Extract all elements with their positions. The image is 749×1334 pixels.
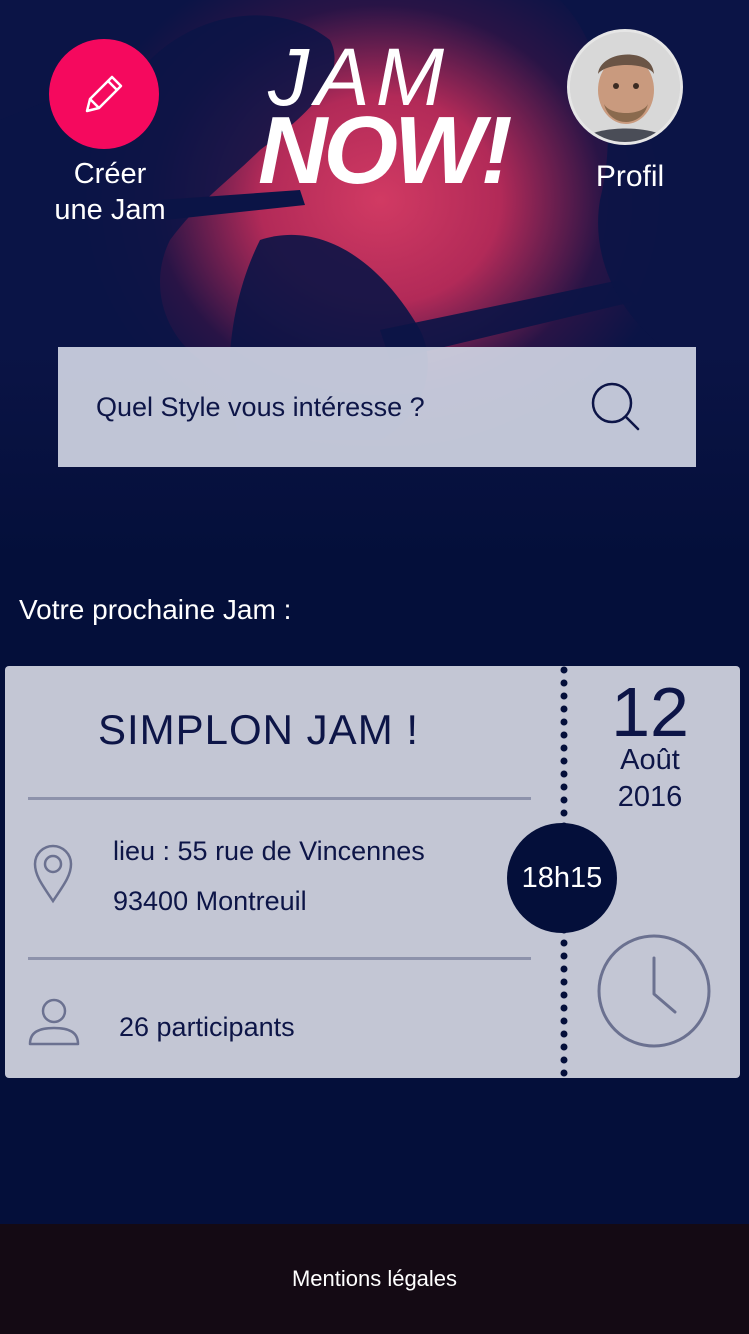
next-jam-heading: Votre prochaine Jam :: [19, 594, 292, 625]
address-line-1: lieu : 55 rue de Vincennes: [113, 836, 425, 866]
profile-avatar[interactable]: [567, 29, 683, 145]
time-text: 18h15: [521, 861, 603, 894]
footer: Mentions légales: [0, 1224, 749, 1334]
profile-label[interactable]: Profil: [570, 160, 690, 194]
date-month: Août: [620, 744, 680, 776]
search-icon[interactable]: [586, 377, 646, 437]
divider: [28, 957, 531, 960]
jam-title: SIMPLON JAM !: [97, 706, 420, 753]
participants-count: 26 participants: [119, 1012, 295, 1042]
search-input[interactable]: Quel Style vous intéresse ?: [96, 392, 586, 423]
time-badge: 18h15: [507, 823, 617, 933]
date-day: 12: [611, 673, 689, 751]
create-jam-label[interactable]: Créer une Jam: [30, 156, 190, 228]
next-jam-card[interactable]: SIMPLON JAM ! lieu : 55 rue de Vincennes…: [5, 666, 740, 1078]
user-photo: [570, 32, 680, 142]
style-search-bar[interactable]: Quel Style vous intéresse ?: [58, 347, 696, 467]
jamnow-logo: JAM NOW!: [258, 37, 518, 204]
legal-mentions-link[interactable]: Mentions légales: [292, 1266, 457, 1292]
pencil-icon: [85, 75, 123, 113]
logo-text-now: NOW!: [258, 97, 513, 204]
create-jam-button[interactable]: [49, 39, 159, 149]
address-line-2: 93400 Montreuil: [113, 886, 307, 916]
location-pin-icon: [33, 844, 73, 904]
divider: [28, 797, 531, 800]
clock-icon: [597, 934, 711, 1048]
user-icon: [28, 998, 80, 1046]
date-year: 2016: [617, 781, 683, 813]
